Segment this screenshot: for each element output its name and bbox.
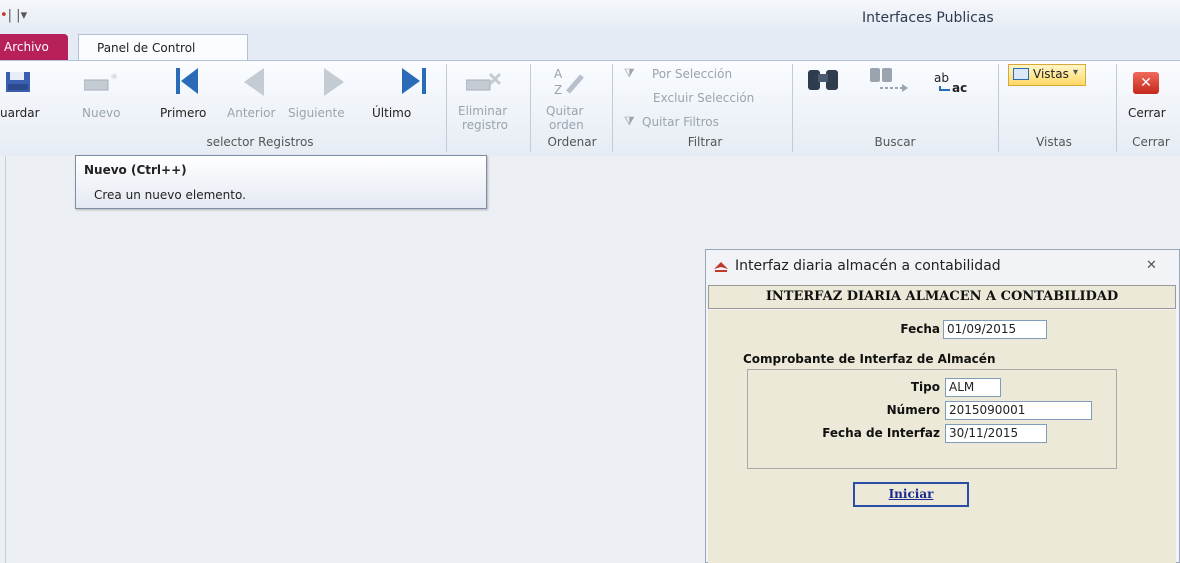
por-seleccion-label: Por Selección [652,67,733,81]
workspace-border [5,156,6,563]
buscar-button[interactable] [806,66,846,98]
tipo-input[interactable]: ALM [945,378,1001,397]
ribbon-separator [1116,64,1117,152]
guardar-button[interactable]: uardar [0,66,62,126]
anterior-button[interactable]: Anterior [224,66,286,126]
dialog-header: INTERFAZ DIARIA ALMACEN A CONTABILIDAD [708,285,1176,309]
cerrar-button[interactable]: ✕ Cerrar [1124,66,1180,126]
binoculars-icon [808,70,838,90]
group-label-vistas: Vistas [1036,135,1072,149]
nuevo-button[interactable]: ✳ Nuevo [78,66,133,126]
form-icon [714,262,728,272]
guardar-label: uardar [0,106,40,120]
view-icon [1013,68,1029,80]
quitar-label-1: Quitar [546,104,584,118]
new-record-icon: ✳ [84,72,118,91]
tooltip-title: Nuevo (Ctrl++) [84,163,187,177]
primero-button[interactable]: Primero [152,66,222,126]
ultimo-button[interactable]: Último [372,66,434,126]
quick-access-toolbar[interactable]: •| |▾ [0,8,27,23]
tab-panel-de-control[interactable]: Panel de Control [78,34,248,61]
ultimo-label: Último [372,106,412,120]
last-record-icon [402,68,426,94]
iniciar-button[interactable]: Iniciar [853,482,969,507]
reemplazar-button[interactable]: ab ac [934,70,978,96]
ribbon-separator [998,64,999,152]
quitar-label-2: orden [549,118,584,132]
title-bar [0,0,1180,34]
siguiente-button[interactable]: Siguiente [288,66,360,126]
goto-icon [870,68,908,92]
svg-text:A: A [554,67,563,81]
vistas-label: Vistas [1033,67,1069,81]
fecha-interfaz-label: Fecha de Interfaz [822,426,940,440]
numero-label: Número [886,403,940,417]
save-icon [6,72,30,92]
dialog-close-icon[interactable]: ✕ [1146,258,1157,273]
replace-icon: ab ac [934,71,967,95]
app-icon: • [0,8,8,23]
excluir-seleccion-label: Excluir Selección [653,91,755,105]
svg-text:ac: ac [952,81,967,95]
nuevo-label: Nuevo [82,106,121,120]
tab-archivo[interactable]: Archivo [0,34,68,60]
quick-access-items[interactable]: | |▾ [8,8,27,23]
filter-selection-icon: ⧩ [624,66,635,80]
first-record-icon [176,68,198,94]
anterior-label: Anterior [227,106,276,120]
ir-a-button[interactable] [866,66,914,98]
tooltip-description: Crea un nuevo elemento. [94,188,246,202]
group-label-selector: selector Registros [206,135,314,149]
fecha-input[interactable]: 01/09/2015 [943,320,1047,339]
ribbon-separator [612,64,613,152]
group-label-filtrar: Filtrar [687,135,723,149]
eliminar-registro-button[interactable]: Eliminar registro [452,66,524,132]
quitar-orden-button[interactable]: A Z Quitar orden [536,66,608,132]
group-label-cerrar: Cerrar [1132,135,1170,149]
svg-text:Z: Z [554,83,562,97]
excluir-seleccion-button[interactable]: Excluir Selección [650,90,790,108]
sort-az-icon: A Z [554,67,584,97]
svg-text:✳: ✳ [110,72,118,83]
por-seleccion-button[interactable]: ⧩ Por Selección [624,66,784,84]
dialog-title: Interfaz diaria almacén a contabilidad [735,258,1001,274]
ribbon-separator [530,64,531,152]
previous-record-icon [244,68,264,96]
svg-text:ab: ab [934,71,949,85]
next-record-icon [324,68,344,96]
eliminar-label-1: Eliminar [458,104,508,118]
group-label-buscar: Buscar [874,135,916,149]
delete-record-icon [466,72,502,91]
cerrar-label: Cerrar [1128,106,1166,120]
fecha-label: Fecha [900,322,940,336]
numero-input[interactable]: 2015090001 [945,401,1092,420]
app-title: Interfaces Publicas [862,10,994,26]
siguiente-label: Siguiente [288,106,345,120]
clear-filter-icon: ⧩ [624,114,635,128]
ribbon-separator [792,64,793,152]
ribbon-separator [446,64,447,152]
tipo-label: Tipo [910,380,940,394]
group-label-ordenar: Ordenar [547,135,597,149]
quitar-filtros-button[interactable]: ⧩ Quitar Filtros [624,114,774,132]
eliminar-label-2: registro [462,118,508,132]
primero-label: Primero [160,106,207,120]
fecha-interfaz-input[interactable]: 30/11/2015 [945,424,1047,443]
chevron-down-icon: ▾ [1073,67,1079,78]
comprobante-group-title: Comprobante de Interfaz de Almacén [743,352,996,366]
vistas-dropdown[interactable]: Vistas ▾ [1008,64,1086,86]
tooltip-nuevo: Nuevo (Ctrl++) Crea un nuevo elemento. [75,155,487,209]
close-icon: ✕ [1133,72,1159,94]
quitar-filtros-label: Quitar Filtros [642,115,719,129]
